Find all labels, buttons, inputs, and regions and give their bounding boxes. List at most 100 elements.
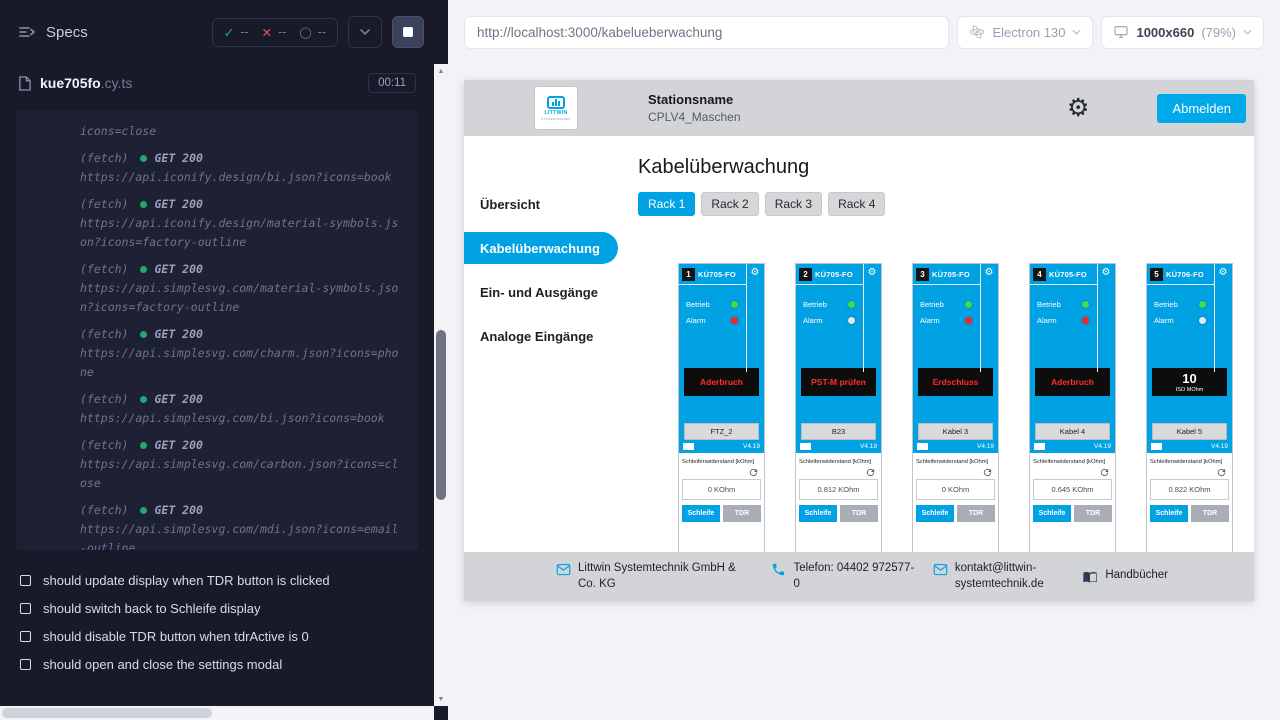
- device-cards: 1 KÜ705-FO ⚙ Betrieb Alarm Aderbruch FTZ…: [678, 263, 1254, 563]
- card-settings-gear-icon[interactable]: ⚙: [865, 268, 879, 278]
- alarm-label: Alarm: [920, 316, 940, 325]
- log-entry[interactable]: (fetch) GET 200 https://api.simplesvg.co…: [80, 325, 404, 382]
- vertical-scrollbar-thumb[interactable]: [436, 330, 446, 500]
- nav-item[interactable]: Ein- und Ausgänge: [464, 270, 618, 314]
- rack-tab[interactable]: Rack 3: [765, 192, 822, 216]
- betrieb-row: Betrieb: [803, 299, 855, 310]
- test-item[interactable]: should switch back to Schleife display: [20, 594, 434, 622]
- scroll-up-icon[interactable]: ▲: [434, 64, 448, 78]
- collapse-chevron-button[interactable]: [348, 16, 382, 48]
- rack-tab[interactable]: Rack 2: [701, 192, 758, 216]
- version-row: V4.19: [679, 440, 764, 453]
- card-number-badge: 3: [916, 268, 929, 281]
- test-item[interactable]: should open and close the settings modal: [20, 650, 434, 678]
- betrieb-row: Betrieb: [686, 299, 738, 310]
- request-url: https://api.simplesvg.com/bi.json?icons=…: [80, 409, 404, 428]
- card-horizontal-divider: [1147, 284, 1215, 285]
- refresh-icon[interactable]: [916, 465, 995, 478]
- tdr-button[interactable]: TDR: [1191, 505, 1229, 522]
- status-display: 10 ISO MOhm: [1152, 368, 1227, 396]
- fetch-label: (fetch): [80, 390, 128, 409]
- logo-subtext: SYSTEMTECHNIK: [541, 117, 570, 121]
- log-entry-meta: (fetch) GET 200: [80, 260, 404, 279]
- firmware-version: V4.19: [743, 443, 760, 450]
- rack-tabs: Rack 1Rack 2 Rack 3Rack 4: [638, 192, 1254, 216]
- specs-menu-icon[interactable]: [18, 25, 36, 39]
- card-settings-gear-icon[interactable]: ⚙: [1099, 268, 1113, 278]
- version-row: V4.19: [1030, 440, 1115, 453]
- card-settings-gear-icon[interactable]: ⚙: [748, 268, 762, 278]
- test-title: should update display when TDR button is…: [43, 573, 330, 588]
- refresh-icon[interactable]: [1033, 465, 1112, 478]
- firmware-version: V4.19: [860, 443, 877, 450]
- schleife-button[interactable]: Schleife: [799, 505, 837, 522]
- log-entry[interactable]: (fetch) GET 200 https://api.iconify.desi…: [80, 149, 404, 187]
- refresh-icon[interactable]: [1150, 465, 1229, 478]
- viewport-select[interactable]: 1000x660 (79%): [1101, 16, 1264, 49]
- command-log: icons=close (fetch) GET 200 https://api.…: [16, 110, 418, 550]
- horizontal-scrollbar-thumb[interactable]: [2, 708, 212, 718]
- log-entry-meta: (fetch) GET 200: [80, 195, 404, 214]
- log-entry[interactable]: (fetch) GET 200 https://api.simplesvg.co…: [80, 436, 404, 493]
- log-entry[interactable]: (fetch) GET 200 https://api.simplesvg.co…: [80, 501, 404, 550]
- log-entry[interactable]: (fetch) GET 200 https://api.simplesvg.co…: [80, 390, 404, 428]
- passed-count: --: [240, 25, 248, 39]
- schleife-button[interactable]: Schleife: [1033, 505, 1071, 522]
- request-url: https://api.simplesvg.com/mdi.json?icons…: [80, 520, 404, 550]
- device-card: 5 KÜ706-FO ⚙ Betrieb Alarm 10 ISO MOhm K…: [1146, 263, 1233, 563]
- log-entry[interactable]: (fetch) GET 200 https://api.simplesvg.co…: [80, 260, 404, 317]
- rack-tab[interactable]: Rack 1: [638, 192, 695, 216]
- schleife-button[interactable]: Schleife: [682, 505, 720, 522]
- schleife-button[interactable]: Schleife: [1150, 505, 1188, 522]
- betrieb-label: Betrieb: [803, 300, 827, 309]
- schleife-button[interactable]: Schleife: [916, 505, 954, 522]
- card-settings-gear-icon[interactable]: ⚙: [982, 268, 996, 278]
- station-name: CPLV4_Maschen: [648, 110, 741, 124]
- card-buttons: Schleife TDR: [682, 505, 761, 522]
- tdr-button[interactable]: TDR: [840, 505, 878, 522]
- log-entry[interactable]: (fetch) GET 200 https://api.iconify.desi…: [80, 195, 404, 252]
- rack-tab[interactable]: Rack 4: [828, 192, 885, 216]
- status-unit: ISO MOhm: [1176, 387, 1204, 393]
- spec-basename: kue705fo: [40, 75, 101, 91]
- nav-item[interactable]: Analoge Eingänge: [464, 314, 618, 358]
- test-title: should switch back to Schleife display: [43, 601, 261, 616]
- cable-name-field: FTZ_2: [684, 423, 759, 440]
- test-title: should open and close the settings modal: [43, 657, 282, 672]
- request-status: GET 200: [140, 325, 202, 344]
- app-header: LITTWIN SYSTEMTECHNIK Stationsname CPLV4…: [464, 80, 1254, 136]
- refresh-icon[interactable]: [682, 465, 761, 478]
- logout-button[interactable]: Abmelden: [1157, 94, 1246, 123]
- refresh-icon[interactable]: [799, 465, 878, 478]
- test-item[interactable]: should disable TDR button when tdrActive…: [20, 622, 434, 650]
- card-settings-gear-icon[interactable]: ⚙: [1216, 268, 1230, 278]
- tdr-button[interactable]: TDR: [723, 505, 761, 522]
- alarm-row: Alarm: [803, 315, 855, 326]
- spec-name[interactable]: kue705fo.cy.ts: [40, 75, 132, 91]
- littwin-logo: LITTWIN SYSTEMTECHNIK: [534, 86, 578, 130]
- failed-stat: ✕--: [262, 25, 287, 40]
- nav-item[interactable]: Kabelüberwachung: [464, 232, 618, 264]
- betrieb-led: [965, 301, 972, 308]
- tdr-button[interactable]: TDR: [957, 505, 995, 522]
- request-url: https://api.iconify.design/bi.json?icons…: [80, 168, 404, 187]
- log-entry-meta: (fetch) GET 200: [80, 149, 404, 168]
- test-stats: ✓-- ✕-- ◯--: [212, 18, 338, 47]
- test-item[interactable]: should update display when TDR button is…: [20, 566, 434, 594]
- electron-icon: [969, 24, 985, 40]
- tdr-button[interactable]: TDR: [1074, 505, 1112, 522]
- nav-item[interactable]: Übersicht: [464, 182, 618, 226]
- log-entry[interactable]: icons=close: [80, 122, 404, 141]
- cable-name-field: B23: [801, 423, 876, 440]
- horizontal-scrollbar[interactable]: [0, 706, 434, 720]
- settings-gear-icon[interactable]: ⚙: [1067, 96, 1089, 121]
- browser-select[interactable]: Electron 130: [957, 16, 1093, 49]
- stop-button[interactable]: [392, 16, 424, 48]
- vertical-scrollbar[interactable]: ▲ ▼: [434, 64, 448, 706]
- card-model: KÜ705-FO: [932, 270, 970, 279]
- url-input[interactable]: [477, 25, 936, 40]
- specs-label[interactable]: Specs: [46, 24, 88, 41]
- scroll-down-icon[interactable]: ▼: [434, 692, 448, 706]
- manuals-link[interactable]: Handbücher: [1082, 568, 1168, 585]
- station-label: Stationsname: [648, 92, 741, 107]
